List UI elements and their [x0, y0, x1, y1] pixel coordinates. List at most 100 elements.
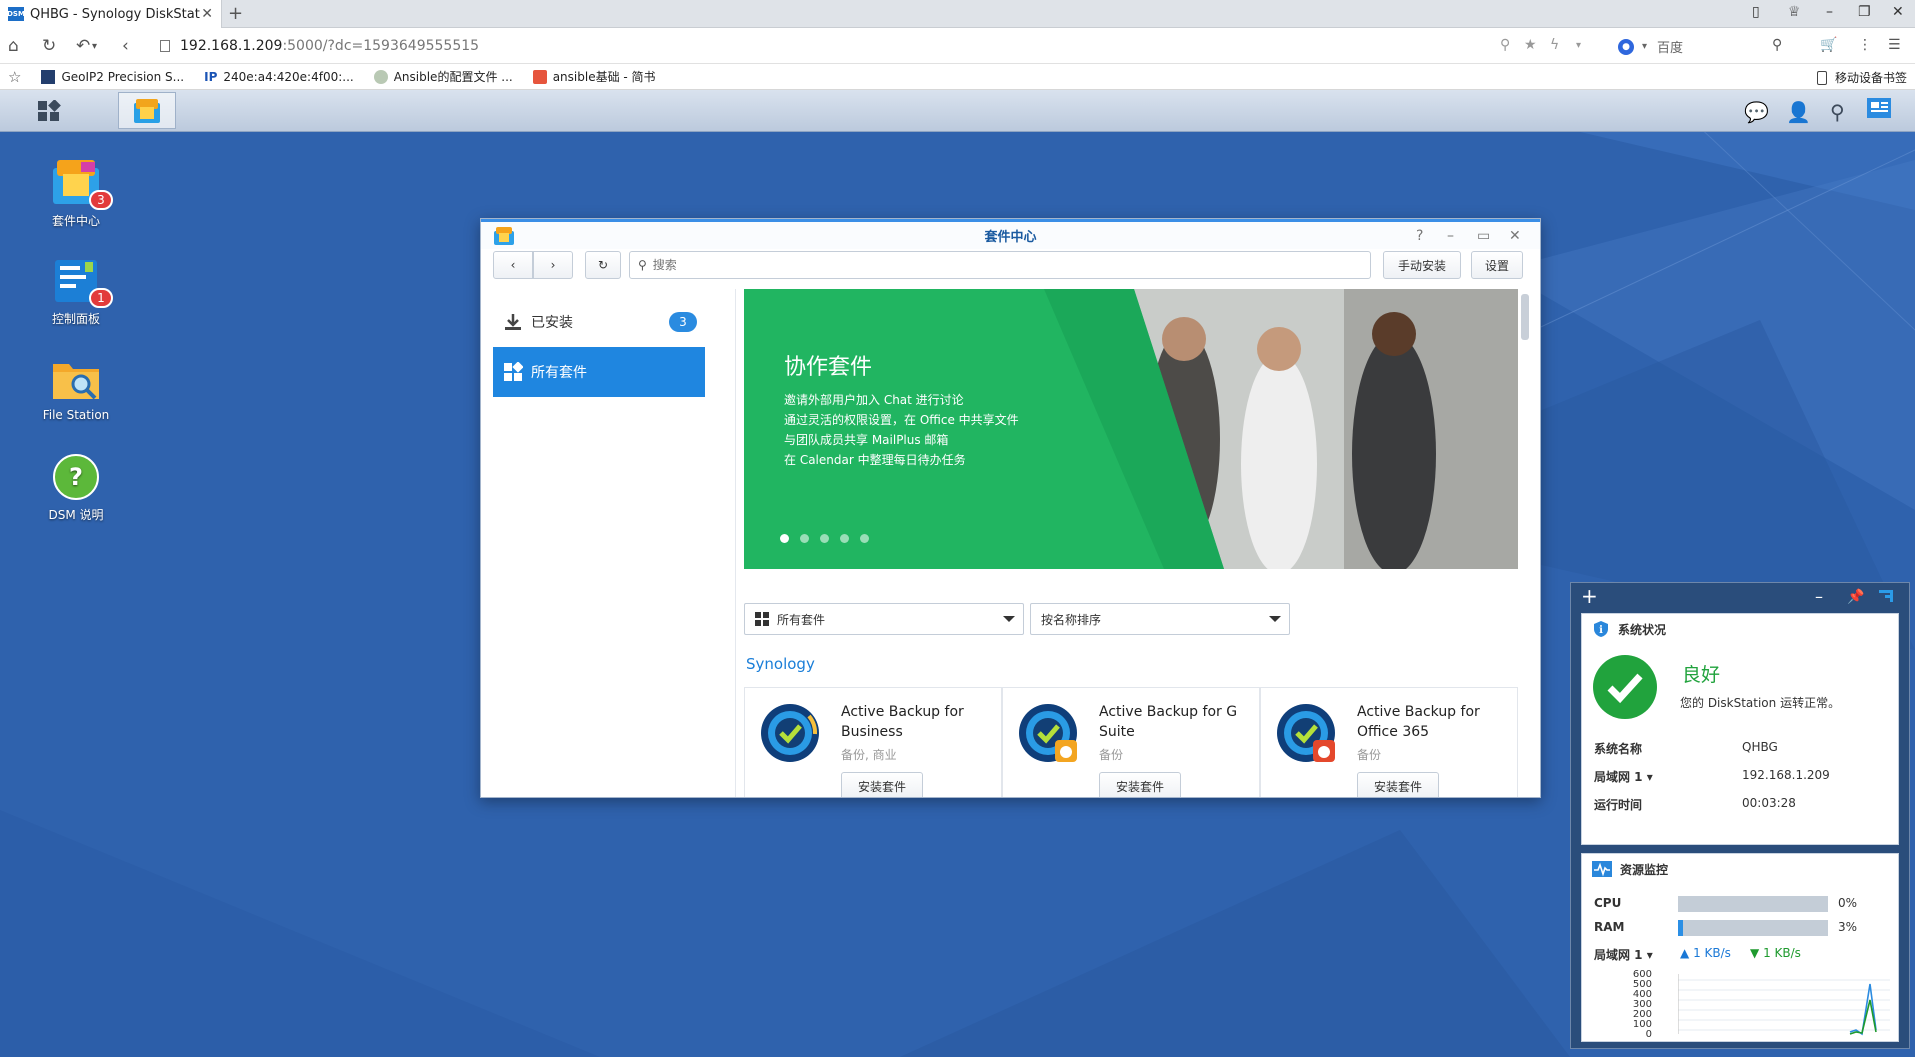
forward-button[interactable]: ›: [533, 251, 573, 279]
ram-bar: [1678, 920, 1828, 936]
url-path: :5000/?dc=1593649555515: [282, 38, 480, 54]
sort-selector[interactable]: 按名称排序: [1030, 603, 1290, 635]
bookmark-star-icon[interactable]: ☆: [8, 68, 21, 86]
addr-dropdown-icon[interactable]: ▾: [1576, 40, 1581, 51]
window-toolbar: ‹ › ↻ ⚲ 手动安装 设置: [481, 249, 1540, 283]
reload-icon[interactable]: ↻: [42, 36, 56, 56]
sidebar-item-label: 所有套件: [531, 365, 587, 381]
package-center-icon: [134, 98, 160, 123]
search-engine-selector[interactable]: ● ▾ 百度: [1618, 37, 1683, 56]
back-button[interactable]: ‹: [493, 251, 533, 279]
network-y-axis: 600 500 400 300 200 100 0: [1612, 970, 1652, 1040]
window-titlebar[interactable]: 套件中心 ? – ▭ ✕: [481, 219, 1540, 249]
ip-icon: IP: [204, 69, 218, 84]
lightning-icon[interactable]: ϟ: [1550, 37, 1559, 53]
desktop-icon-label: 套件中心: [51, 214, 100, 228]
carousel-dot[interactable]: [860, 534, 869, 543]
maximize-icon[interactable]: ▭: [1477, 228, 1490, 244]
minimize-icon[interactable]: –: [1826, 4, 1833, 20]
package-card[interactable]: Active Backup for Office 365 备份 安装套件: [1260, 687, 1518, 797]
category-filter[interactable]: 所有套件: [744, 603, 1024, 635]
minimize-icon[interactable]: –: [1815, 587, 1823, 606]
arrow-down-icon: ▼: [1750, 946, 1760, 960]
restore-icon[interactable]: ❐: [1858, 4, 1871, 20]
widgets-toggle-icon[interactable]: [1866, 96, 1892, 125]
carousel-dot[interactable]: [780, 534, 789, 543]
desktop-icon-label: File Station: [42, 408, 110, 422]
widget-header: + – 📌: [1571, 583, 1909, 613]
install-package-button[interactable]: 安装套件: [841, 772, 923, 797]
install-package-button[interactable]: 安装套件: [1099, 772, 1181, 797]
collapse-panel-icon[interactable]: [1877, 586, 1895, 608]
browser-tabbar: DSM QHBG - Synology DiskStation ✕ + ▯ ♕ …: [0, 0, 1915, 28]
close-icon[interactable]: ✕: [1509, 228, 1521, 244]
manual-install-button[interactable]: 手动安装: [1383, 251, 1461, 279]
home-icon[interactable]: ⌂: [8, 36, 19, 56]
add-widget-icon[interactable]: +: [1581, 584, 1598, 608]
settings-button[interactable]: 设置: [1471, 251, 1523, 279]
help-icon[interactable]: ?: [1416, 228, 1423, 244]
mobile-bookmarks[interactable]: 移动设备书签: [1816, 69, 1907, 86]
close-window-icon[interactable]: ✕: [1892, 4, 1904, 20]
taskbar-package-center[interactable]: [118, 92, 176, 129]
info-value: 00:03:28: [1742, 796, 1796, 810]
banner-line: 在 Calendar 中整理每日待办任务: [784, 453, 966, 467]
scrollbar[interactable]: [1521, 294, 1529, 340]
more-icon[interactable]: ⋮: [1858, 37, 1872, 53]
sidebar-item-installed[interactable]: 已安装 3: [493, 297, 705, 347]
bookmark-item[interactable]: ansible基础 - 简书: [532, 68, 656, 85]
cart-icon[interactable]: 🛒: [1820, 37, 1837, 53]
carousel-dot[interactable]: [800, 534, 809, 543]
lan-selector[interactable]: 局域网 1 ▾: [1594, 946, 1653, 963]
pin-icon[interactable]: 📌: [1847, 589, 1864, 605]
installed-count-badge: 3: [669, 312, 697, 332]
user-icon[interactable]: 👤: [1786, 100, 1811, 124]
promo-banner[interactable]: 协作套件 邀请外部用户加入 Chat 进行讨论 通过灵活的权限设置，在 Offi…: [744, 289, 1518, 569]
arrow-up-icon: ▲: [1680, 946, 1690, 960]
menu-icon[interactable]: ☰: [1888, 37, 1901, 53]
tile-icon[interactable]: ▯: [1752, 4, 1760, 20]
shirt-icon[interactable]: ♕: [1788, 4, 1801, 20]
desktop-icon-package-center[interactable]: 3 套件中心: [28, 158, 124, 229]
carousel-dot[interactable]: [820, 534, 829, 543]
undo-icon[interactable]: ↶: [76, 36, 90, 56]
lan-selector[interactable]: 局域网 1 ▾: [1594, 768, 1653, 785]
sidebar-item-all-packages[interactable]: 所有套件: [493, 347, 705, 397]
star-icon[interactable]: ★: [1524, 37, 1537, 53]
search-icon[interactable]: ⚲: [1830, 100, 1845, 124]
pin-icon[interactable]: ⚲: [1500, 37, 1510, 53]
bookmark-item[interactable]: GeoIP2 Precision S...: [41, 69, 184, 84]
minimize-icon[interactable]: –: [1447, 228, 1454, 244]
info-label: 运行时间: [1594, 798, 1643, 812]
install-package-button[interactable]: 安装套件: [1357, 772, 1439, 797]
baidu-paw-icon: ●: [1618, 38, 1634, 55]
bookmark-item[interactable]: IP 240e:a4:420e:4f00:...: [204, 70, 354, 84]
package-name: Active Backup for G Suite: [1099, 704, 1238, 740]
banner-line: 邀请外部用户加入 Chat 进行讨论: [784, 393, 964, 407]
back-icon[interactable]: ‹: [122, 36, 129, 56]
undo-menu-icon[interactable]: ▾: [92, 41, 97, 52]
browser-tab[interactable]: DSM QHBG - Synology DiskStation ✕: [0, 0, 222, 28]
url-field[interactable]: 192.168.1.209 :5000/?dc=1593649555515: [160, 34, 1560, 58]
cpu-value: 0%: [1838, 896, 1858, 910]
grid-icon: [755, 612, 769, 626]
page-icon: [160, 40, 170, 52]
tab-close-icon[interactable]: ✕: [201, 6, 213, 22]
desktop-icon-file-station[interactable]: File Station: [28, 354, 124, 422]
search-engine-name: 百度: [1657, 41, 1684, 56]
desktop-icon-control-panel[interactable]: 1 控制面板: [28, 256, 124, 327]
new-tab-icon[interactable]: +: [228, 3, 243, 24]
package-search[interactable]: ⚲: [629, 251, 1371, 279]
search-input[interactable]: [652, 258, 1333, 272]
desktop-icon-dsm-help[interactable]: ? DSM 说明: [28, 452, 124, 523]
package-card[interactable]: Active Backup for G Suite 备份 安装套件: [1002, 687, 1260, 797]
carousel-dot[interactable]: [840, 534, 849, 543]
package-card[interactable]: Active Backup for Business 备份, 商业 安装套件: [744, 687, 1002, 797]
svg-text:i: i: [1599, 625, 1603, 636]
desktop-icon-label: DSM 说明: [48, 508, 104, 522]
notification-icon[interactable]: 💬: [1744, 100, 1769, 124]
search-icon[interactable]: ⚲: [1772, 37, 1782, 53]
refresh-button[interactable]: ↻: [585, 251, 621, 279]
main-menu-button[interactable]: [20, 92, 78, 129]
bookmark-item[interactable]: Ansible的配置文件 ...: [373, 68, 513, 85]
